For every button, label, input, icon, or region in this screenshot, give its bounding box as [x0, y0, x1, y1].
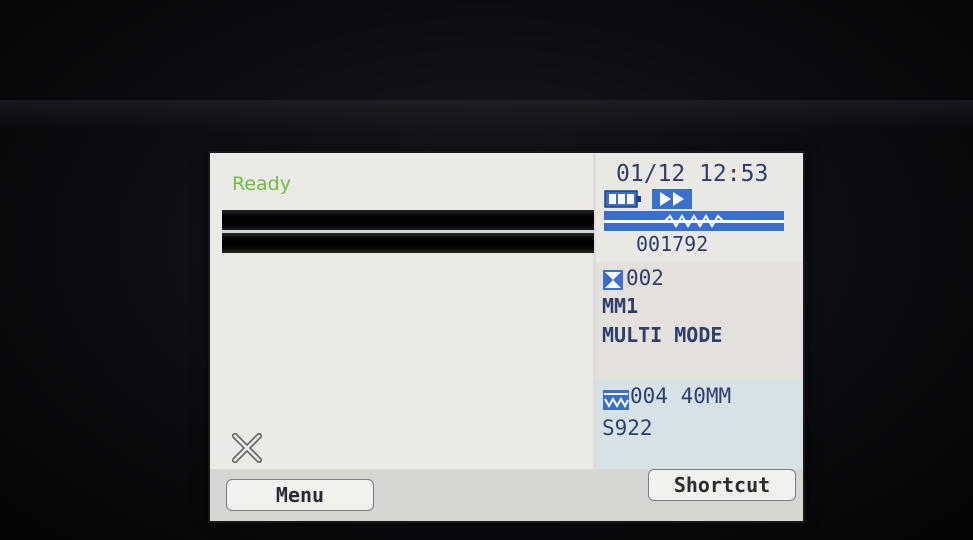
fiber-mode-icon — [603, 270, 623, 290]
splice-program: 004 40MM — [630, 384, 732, 408]
fiber-mode: MULTI MODE — [602, 323, 723, 347]
fiber-type: MM1 — [602, 294, 639, 318]
shortcut-button[interactable]: Shortcut — [648, 469, 796, 501]
status-text: Ready — [232, 173, 291, 195]
battery-icon — [604, 190, 641, 208]
arc-wave-icon — [604, 211, 784, 231]
fiber-view-pane: Ready — [210, 153, 594, 469]
info-pane: 01/12 12:53 001792 002 MM1 MULTI MODE 00… — [596, 153, 803, 469]
status-header: 01/12 12:53 001792 — [596, 153, 803, 261]
fusion-splicer-screen: Ready 01/12 12:53 001792 002 MM1 MULTI M… — [210, 153, 803, 521]
fiber-slot-number: 002 — [626, 266, 664, 290]
softkey-bar: Menu Shortcut — [210, 469, 803, 521]
cancel-icon[interactable] — [232, 433, 262, 463]
datetime: 01/12 12:53 — [616, 161, 769, 187]
bezel-edge — [0, 100, 973, 130]
splice-program-icon — [603, 390, 629, 410]
splice-counter: 001792 — [636, 232, 709, 256]
fiber-settings: 002 MM1 MULTI MODE — [596, 263, 803, 381]
fiber-left-image — [222, 210, 594, 232]
splice-code: S922 — [602, 416, 653, 440]
play-icon[interactable] — [652, 189, 692, 209]
splice-settings: 004 40MM S922 — [596, 379, 803, 469]
menu-button[interactable]: Menu — [226, 479, 374, 511]
fiber-right-image — [222, 233, 594, 253]
